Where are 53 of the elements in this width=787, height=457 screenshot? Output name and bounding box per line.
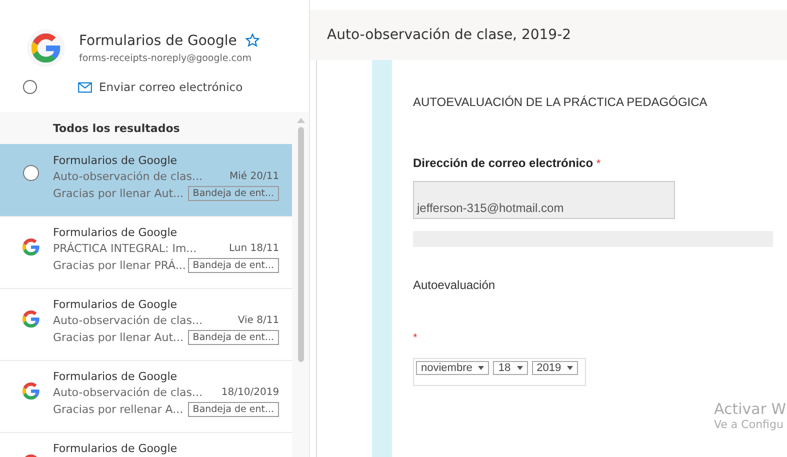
message-row[interactable]: Formularios de Google PRÁCTICA INTEGRAL: Im... Lun 18/11 Gracias por llenar PRÁ... Bandeja de ent... [0, 216, 292, 288]
message-subject: Auto-observación de clas... [53, 386, 203, 399]
folder-tag: Bandeja de ent... [188, 330, 280, 345]
message-row[interactable]: Formularios de Google Auto-observación de clas... Vie 8/11 Gracias por llenar Aut... Bandeja de ent... [0, 288, 292, 360]
star-icon[interactable] [244, 33, 260, 48]
message-subject: Auto-observación de clas... [53, 314, 203, 327]
select-radio[interactable] [23, 80, 37, 94]
required-mark: * [596, 158, 601, 170]
folder-tag: Bandeja de ent... [188, 402, 280, 417]
send-email-link[interactable]: Enviar correo electrónico [78, 80, 243, 94]
google-logo-icon [20, 237, 40, 257]
message-preview: Gracias por rellenar A... [53, 403, 184, 416]
field-label: Dirección de correo electrónico [413, 156, 594, 170]
date-dropdown[interactable]: 2019 [532, 361, 578, 375]
mail-icon [78, 82, 92, 92]
message-row[interactable]: Formularios de Google [0, 432, 292, 457]
message-row[interactable]: Formularios de Google Auto-observación de clas... Mié 20/11 Gracias por llenar Aut... Bandeja de ent... [0, 144, 292, 216]
sender-name: Formularios de Google [79, 32, 237, 48]
form-title: AUTOEVALUACIÓN DE LA PRÁCTICA PEDAGÓGICA [413, 95, 708, 109]
sender-email: forms-receipts-noreply@google.com [79, 52, 253, 64]
message-preview: Gracias por llenar Aut... [53, 331, 184, 344]
activation-notice-title: Activar W [714, 400, 786, 418]
caret-icon [567, 366, 574, 370]
list-header: Todos los resultados [52, 121, 181, 137]
message-sender: Formularios de Google [53, 442, 178, 455]
select-radio[interactable] [22, 165, 38, 181]
folder-tag: Bandeja de ent... [188, 258, 280, 273]
message-row[interactable]: Formularios de Google Auto-observación de clas... 18/10/2019 Gracias por rellenar A... Bandeja de ent... [0, 360, 292, 432]
caret-icon [478, 366, 484, 370]
message-date: Mié 20/11 [230, 171, 280, 182]
activation-notice-text: Ve a Configu [714, 418, 784, 431]
caret-icon [516, 366, 523, 370]
date-dropdown[interactable]: noviembre [416, 361, 490, 375]
date-dropdown[interactable]: 18 [493, 361, 528, 375]
message-subject: Auto-observación de clas... [53, 170, 203, 183]
folder-tag: Bandeja de ent... [188, 186, 280, 201]
message-date: Vie 8/11 [238, 315, 280, 326]
scrollbar-thumb[interactable] [298, 127, 304, 362]
message-subject: PRÁCTICA INTEGRAL: Im... [53, 242, 197, 255]
email-field[interactable]: jefferson-315@hotmail.com [413, 181, 675, 219]
message-date: Lun 18/11 [228, 243, 280, 254]
message-subject-header: Auto-observación de clase, 2019-2 [310, 10, 787, 60]
message-sender: Formularios de Google [53, 226, 178, 239]
message-sender: Formularios de Google [53, 370, 178, 383]
google-logo-icon [20, 381, 40, 401]
google-logo-icon [20, 309, 40, 329]
message-date: 18/10/2019 [221, 387, 280, 398]
message-preview: Gracias por llenar PRÁ... [53, 259, 186, 272]
section-title: Autoevaluación [413, 278, 496, 292]
required-mark: * [413, 332, 418, 344]
message-sender: Formularios de Google [53, 154, 178, 167]
message-sender: Formularios de Google [53, 298, 178, 311]
message-preview: Gracias por llenar Aut... [53, 187, 184, 200]
